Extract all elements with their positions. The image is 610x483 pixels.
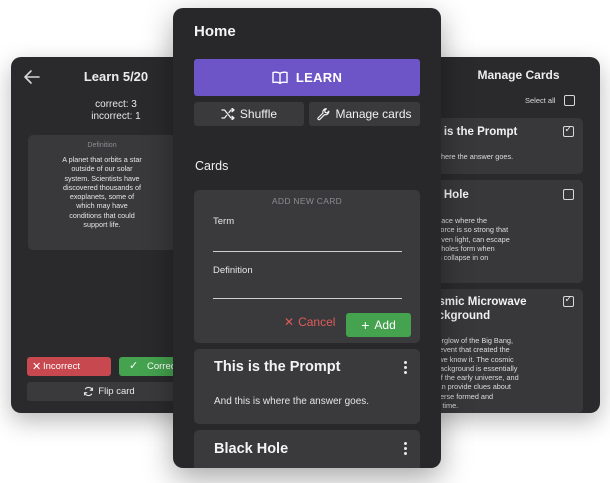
cancel-button-label: Cancel [298,315,336,329]
incorrect-button-label: Incorrect [43,361,80,372]
check-icon: ✓ [129,360,139,372]
card-list-item[interactable]: Black Hole [194,430,420,468]
manage-card-checkbox[interactable] [563,124,574,137]
manage-card-item[interactable]: Black Hole A region in space where the g… [425,180,583,283]
add-new-card-form: ADD NEW CARD Term Definition ✕ Cancel + … [194,190,420,343]
incorrect-button[interactable]: ✕ Incorrect [27,357,111,376]
select-all-checkbox[interactable] [564,95,575,106]
cards-heading: Cards [195,159,229,173]
definition-text: A planet that orbits a star outside of o… [62,155,142,230]
learn-button-label: LEARN [295,70,343,85]
learn-title: Learn 5/20 [83,69,149,84]
definition-card[interactable]: Definition A planet that orbits a star o… [28,135,176,250]
add-button-label: Add [374,318,396,332]
incorrect-count: incorrect: 1 [91,111,141,122]
manage-cards-screen: Manage Cards Select all This is the Prom… [425,57,600,413]
plus-icon: + [361,317,370,333]
add-button[interactable]: + Add [346,313,411,337]
manage-cards-button-label: Manage cards [335,107,412,121]
arrow-left-icon[interactable] [23,69,41,85]
card-title: Black Hole [214,441,289,457]
home-screen: Home LEARN Shuffle Manage cards Cards AD… [173,8,441,468]
term-label: Term [213,216,235,227]
correct-count: correct: 3 [95,99,137,110]
manage-card-item[interactable]: This is the Prompt And this is where the… [425,118,583,174]
card-list-item[interactable]: This is the Prompt And this is where the… [194,349,420,424]
shuffle-icon [221,108,235,120]
card-title: This is the Prompt [214,359,341,375]
flip-card-button[interactable]: Flip card [27,382,191,401]
definition-input[interactable] [213,298,402,299]
page-title: Home [194,23,236,40]
manage-card-checkbox[interactable] [563,189,574,200]
wrench-icon [317,107,330,120]
learn-screen: Learn 5/20 correct: 3 incorrect: 1 Defin… [11,57,191,413]
cancel-button[interactable]: ✕ Cancel [284,315,335,329]
flip-card-label: Flip card [98,386,135,397]
add-new-card-title: ADD NEW CARD [271,196,343,206]
shuffle-button-label: Shuffle [239,107,278,121]
term-input[interactable] [213,251,402,252]
close-icon: ✕ [32,361,42,373]
card-text: And this is where the answer goes. [214,396,370,407]
close-icon: ✕ [284,315,295,329]
definition-label: Definition [213,265,253,276]
select-all-label: Select all [525,96,556,105]
kebab-menu-icon[interactable] [404,361,408,375]
manage-card-checkbox[interactable] [563,294,574,307]
shuffle-button[interactable]: Shuffle [194,102,304,126]
definition-label: Definition [87,142,117,149]
kebab-menu-icon[interactable] [404,442,408,456]
refresh-icon [84,386,94,397]
manage-cards-title: Manage Cards [477,68,560,82]
book-open-icon [272,71,288,84]
learn-button[interactable]: LEARN [194,59,420,96]
manage-card-item[interactable]: Cosmic Microwave Background The faint af… [425,289,583,413]
manage-cards-button[interactable]: Manage cards [309,102,420,126]
